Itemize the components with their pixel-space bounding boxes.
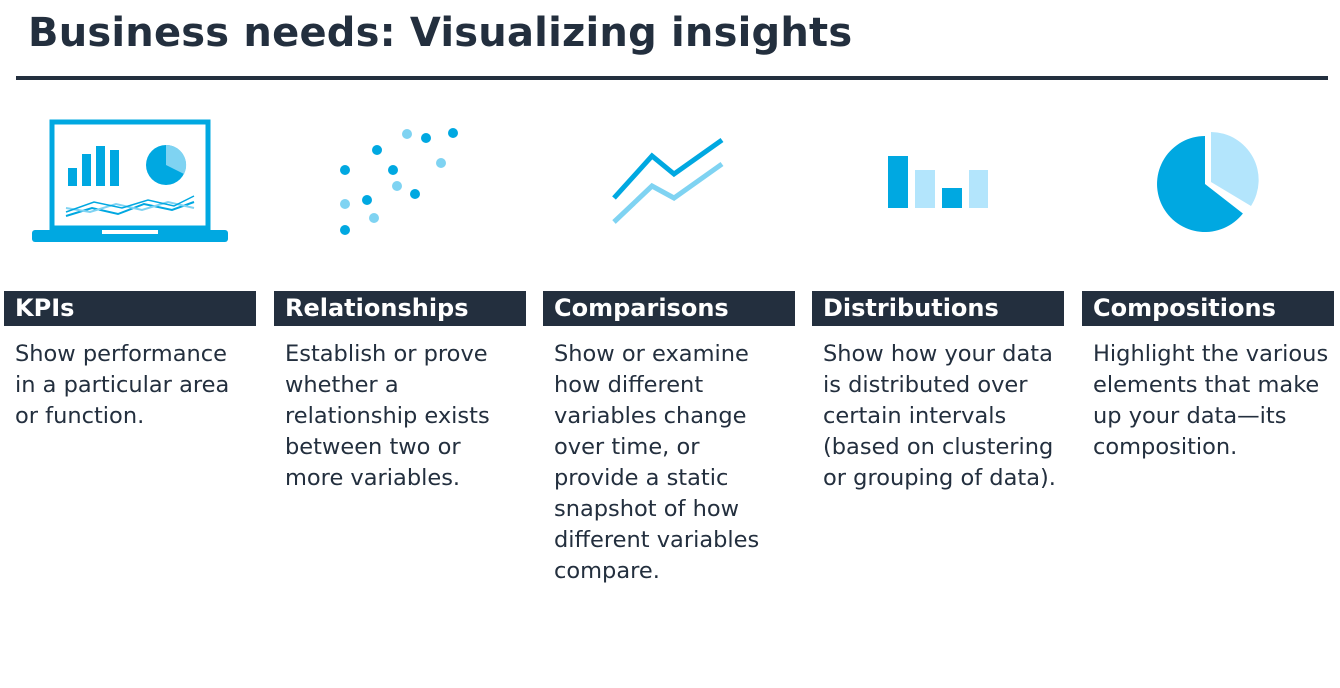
category-description: Highlight the various elements that make… (1093, 341, 1329, 460)
line-chart-icon (612, 137, 724, 224)
category-description: Show how your data is distributed over c… (823, 341, 1056, 491)
category-compositions: Compositions Highlight the various eleme… (1082, 291, 1334, 463)
category-description: Show performance in a particular area or… (15, 341, 230, 429)
category-kpis: KPIs Show performance in a particular ar… (4, 291, 256, 432)
page-title: Business needs: Visualizing insights (28, 10, 853, 56)
scatter-plot-icon (340, 128, 458, 235)
category-heading: Compositions (1082, 291, 1334, 326)
category-comparisons: Comparisons Show or examine how differen… (543, 291, 795, 587)
category-heading: Comparisons (543, 291, 795, 326)
category-heading: Distributions (812, 291, 1064, 326)
bar-chart-icon (888, 156, 988, 208)
category-heading: Relationships (274, 291, 526, 326)
category-relationships: Relationships Establish or prove whether… (274, 291, 526, 494)
laptop-dashboard-icon (32, 119, 228, 242)
title-divider (16, 76, 1328, 80)
category-description: Show or examine how different variables … (554, 341, 760, 584)
pie-chart-icon (1157, 132, 1259, 232)
category-distributions: Distributions Show how your data is dist… (812, 291, 1064, 494)
category-heading: KPIs (4, 291, 256, 326)
category-description: Establish or prove whether a relationshi… (285, 341, 490, 491)
